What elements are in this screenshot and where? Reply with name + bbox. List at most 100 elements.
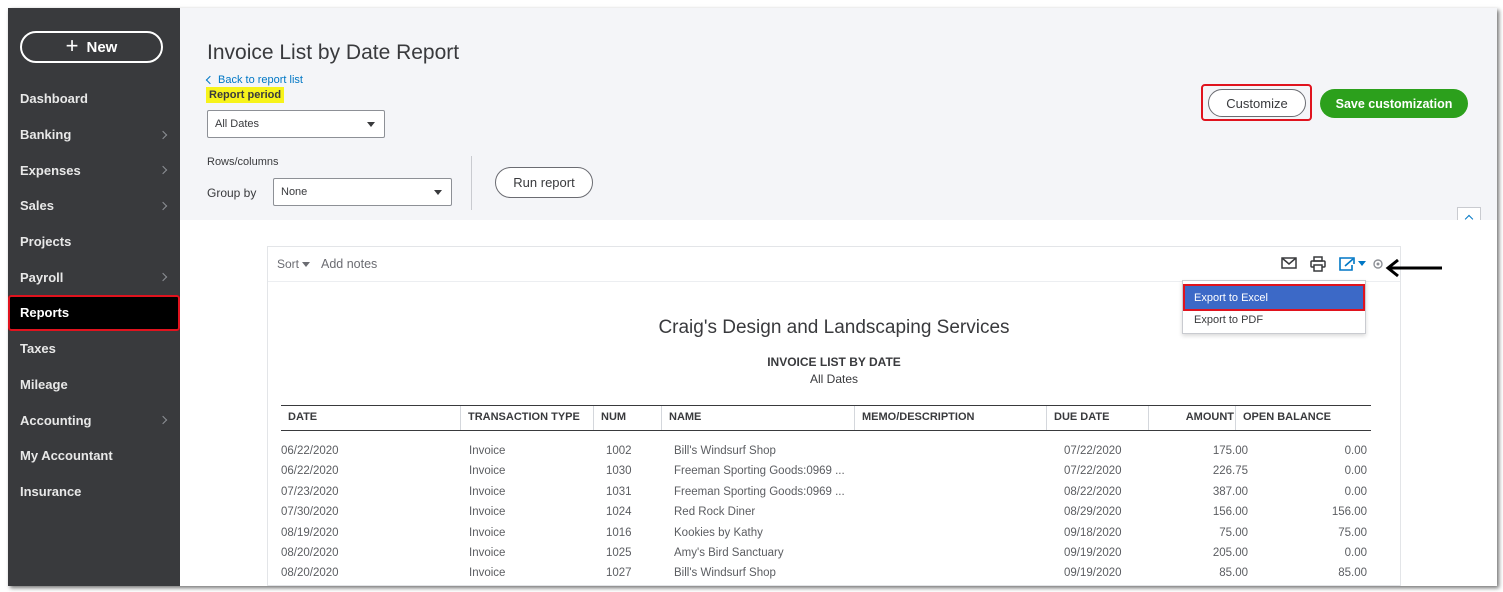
sidebar-item-mileage[interactable]: Mileage xyxy=(8,367,180,403)
sidebar-item-payroll[interactable]: Payroll xyxy=(8,259,180,295)
amount-cell: 75.00 xyxy=(1219,526,1248,539)
add-notes-link[interactable]: Add notes xyxy=(321,257,377,271)
amount-cell: 387.00 xyxy=(1212,485,1248,498)
report-title: INVOICE LIST BY DATE xyxy=(767,355,901,369)
email-icon[interactable] xyxy=(1281,256,1297,270)
amount-cell: 156.00 xyxy=(1212,506,1248,519)
table-row[interactable]: 08/20/2020 Invoice 1025 Amy's Bird Sanctuar… xyxy=(281,544,1371,564)
sidebar-item-label: Dashboard xyxy=(20,91,88,107)
transaction-type-cell: Invoice xyxy=(469,485,506,498)
transaction-type-cell: Invoice xyxy=(469,445,506,457)
date-cell: 06/22/2020 xyxy=(281,465,339,478)
open-balance-cell: 0.00 xyxy=(1344,465,1367,478)
name-cell: Red Rock Diner xyxy=(674,506,756,519)
amount-cell: 85.00 xyxy=(1219,567,1248,580)
due-date-cell: 08/22/2020 xyxy=(1064,485,1122,498)
sidebar-item-projects[interactable]: Projects xyxy=(8,224,180,260)
transaction-type-cell: Invoice xyxy=(469,506,506,519)
sidebar-item-reports[interactable]: Reports xyxy=(8,295,180,331)
num-cell: 1030 xyxy=(606,465,632,478)
open-balance-cell: 156.00 xyxy=(1331,506,1367,519)
sidebar-item-label: Payroll xyxy=(20,269,64,285)
table-header: DATE TRANSACTION TYPE NUM NAME MEMO/DESC… xyxy=(281,405,1371,431)
sidebar-item-banking[interactable]: Banking xyxy=(8,117,180,153)
sidebar-item-insurance[interactable]: Insurance xyxy=(8,474,180,510)
due-date-cell: 09/19/2020 xyxy=(1064,567,1122,580)
table-row[interactable]: 08/19/2020 Invoice 1016 Kookies by Kathy 09/… xyxy=(281,524,1371,544)
rows-columns-label: Rows/columns xyxy=(207,156,279,168)
new-button-label: New xyxy=(86,38,118,56)
column-header-memo[interactable]: MEMO/DESCRIPTION xyxy=(854,406,974,430)
open-balance-cell: 0.00 xyxy=(1344,547,1367,559)
num-cell: 1016 xyxy=(606,526,632,539)
date-cell: 08/20/2020 xyxy=(281,567,339,580)
column-header-name[interactable]: NAME xyxy=(661,406,701,430)
sidebar-item-label: Sales xyxy=(20,198,54,214)
run-report-button[interactable]: Run report xyxy=(495,167,593,198)
name-cell: Freeman Sporting Goods:0969 ... xyxy=(674,465,845,478)
chevron-right-icon xyxy=(158,415,168,425)
report-subtitle: All Dates xyxy=(809,372,859,386)
column-header-open-balance[interactable]: OPEN BALANCE xyxy=(1235,406,1331,430)
open-balance-cell: 0.00 xyxy=(1344,445,1367,457)
sidebar-item-expenses[interactable]: Expenses xyxy=(8,152,180,188)
report-period-select[interactable]: All Dates xyxy=(207,110,385,138)
print-icon[interactable] xyxy=(1310,256,1326,272)
date-cell: 08/20/2020 xyxy=(281,547,339,559)
chevron-right-icon xyxy=(158,273,168,282)
sidebar-item-dashboard[interactable]: Dashboard xyxy=(8,81,180,117)
customize-button[interactable]: Customize xyxy=(1208,89,1306,117)
name-cell: Bill's Windsurf Shop xyxy=(674,567,776,580)
open-balance-cell: 75.00 xyxy=(1338,526,1367,539)
group-by-select[interactable]: None xyxy=(273,178,452,206)
table-row[interactable]: 06/22/2020 Invoice 1002 Bill's Windsurf Sho… xyxy=(281,442,1371,462)
date-cell: 08/19/2020 xyxy=(281,526,339,539)
date-cell: 07/30/2020 xyxy=(281,506,339,519)
export-icon[interactable] xyxy=(1338,256,1368,272)
column-header-date[interactable]: DATE xyxy=(288,411,317,423)
new-button[interactable]: + New xyxy=(20,31,163,63)
sidebar-item-my-accountant[interactable]: My Accountant xyxy=(8,438,180,474)
back-to-report-list-link[interactable]: Back to report list xyxy=(205,74,303,86)
column-header-due-date[interactable]: DUE DATE xyxy=(1046,406,1109,430)
report-period-value: All Dates xyxy=(215,118,260,130)
amount-cell: 226.75 xyxy=(1212,465,1248,478)
sort-label: Sort xyxy=(277,257,300,271)
due-date-cell: 08/29/2020 xyxy=(1064,506,1122,519)
transaction-type-cell: Invoice xyxy=(469,567,506,580)
sidebar: + New Dashboard Banking Expenses Sales P… xyxy=(8,8,180,586)
open-balance-cell: 0.00 xyxy=(1344,485,1367,498)
column-header-transaction-type[interactable]: TRANSACTION TYPE xyxy=(460,406,580,430)
export-to-pdf-item[interactable]: Export to PDF xyxy=(1194,314,1263,326)
open-balance-cell: 85.00 xyxy=(1338,567,1367,580)
save-customization-button[interactable]: Save customization xyxy=(1320,89,1468,118)
report-header: Invoice List by Date Report Back to repo… xyxy=(180,8,1497,227)
sort-dropdown[interactable]: Sort xyxy=(277,257,311,271)
num-cell: 1002 xyxy=(606,445,632,457)
column-header-num[interactable]: NUM xyxy=(593,406,626,430)
arrow-annotation-icon xyxy=(1385,258,1442,278)
amount-cell: 175.00 xyxy=(1212,445,1248,457)
caret-down-icon xyxy=(434,190,442,195)
sidebar-item-label: My Accountant xyxy=(20,448,113,464)
table-row[interactable]: 07/30/2020 Invoice 1024 Red Rock Diner 08/29… xyxy=(281,503,1371,523)
report-toolbar: Sort Add notes xyxy=(268,247,1400,282)
column-header-amount[interactable]: AMOUNT xyxy=(1148,406,1234,430)
due-date-cell: 07/22/2020 xyxy=(1064,445,1122,457)
name-cell: Freeman Sporting Goods:0969 ... xyxy=(674,485,845,498)
table-row[interactable]: 07/23/2020 Invoice 1031 Freeman Sporting Go… xyxy=(281,483,1371,503)
sidebar-item-taxes[interactable]: Taxes xyxy=(8,331,180,367)
sidebar-item-label: Insurance xyxy=(20,483,82,499)
table-row[interactable]: 08/20/2020 Invoice 1027 Bill's Windsurf Sho… xyxy=(281,564,1371,584)
sidebar-nav: Dashboard Banking Expenses Sales Project… xyxy=(8,81,180,509)
num-cell: 1024 xyxy=(606,506,632,519)
chevron-left-icon xyxy=(205,75,215,85)
name-cell: Amy's Bird Sanctuary xyxy=(674,547,784,559)
plus-icon: + xyxy=(65,33,79,58)
due-date-cell: 09/18/2020 xyxy=(1064,526,1122,539)
export-to-excel-item[interactable]: Export to Excel xyxy=(1183,284,1365,311)
table-row[interactable]: 06/22/2020 Invoice 1030 Freeman Sporting Go… xyxy=(281,462,1371,482)
sidebar-item-accounting[interactable]: Accounting xyxy=(8,402,180,438)
report-period-label: Report period xyxy=(206,87,285,103)
sidebar-item-sales[interactable]: Sales xyxy=(8,188,180,224)
